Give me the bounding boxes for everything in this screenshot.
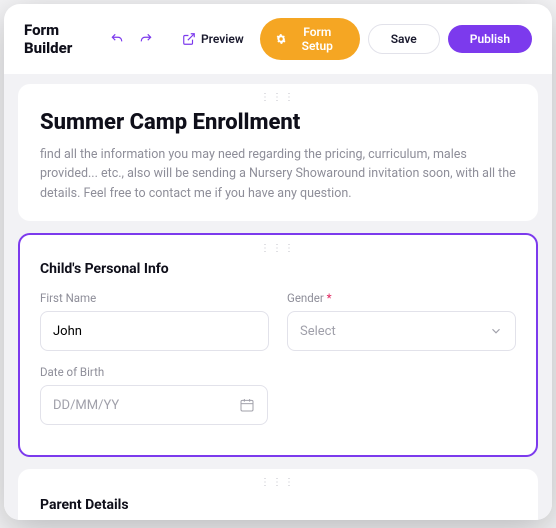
external-link-icon <box>182 32 196 46</box>
section-title: Child's Personal Info <box>40 261 516 277</box>
section-parent-details[interactable]: ⋮⋮⋮ Parent Details First Name Last Name <box>18 469 538 520</box>
form-header-card[interactable]: ⋮⋮⋮ Summer Camp Enrollment find all the … <box>18 84 538 221</box>
dob-label: Date of Birth <box>40 365 268 379</box>
toolbar: Form Builder Preview Form Setup Save Pub… <box>4 4 552 74</box>
publish-label: Publish <box>470 32 510 46</box>
section-child-info[interactable]: ⋮⋮⋮ Child's Personal Info First Name Gen… <box>18 233 538 457</box>
first-name-field: First Name <box>40 291 269 351</box>
form-setup-button[interactable]: Form Setup <box>260 18 360 60</box>
gender-field: Gender * Select <box>287 291 516 351</box>
form-description: find all the information you may need re… <box>40 145 516 203</box>
dob-field: Date of Birth DD/MM/YY <box>40 365 268 425</box>
undo-button[interactable] <box>107 27 128 51</box>
publish-button[interactable]: Publish <box>448 25 532 53</box>
app-window: Form Builder Preview Form Setup Save Pub… <box>4 4 552 520</box>
dob-input[interactable]: DD/MM/YY <box>40 385 268 425</box>
first-name-input[interactable] <box>40 311 269 351</box>
redo-icon <box>139 32 153 46</box>
form-title: Summer Camp Enrollment <box>40 110 516 135</box>
gender-placeholder: Select <box>300 324 336 339</box>
undo-icon <box>110 32 124 46</box>
drag-handle-icon[interactable]: ⋮⋮⋮ <box>260 477 296 488</box>
chevron-down-icon <box>489 324 503 338</box>
gear-icon <box>276 33 286 45</box>
field-row: First Name Gender * Select <box>40 291 516 351</box>
calendar-icon <box>239 397 255 413</box>
save-button[interactable]: Save <box>368 24 440 54</box>
gender-label: Gender * <box>287 291 516 305</box>
required-marker: * <box>327 291 332 305</box>
dob-placeholder: DD/MM/YY <box>53 398 119 413</box>
save-label: Save <box>391 32 417 46</box>
first-name-label: First Name <box>40 291 269 305</box>
preview-button[interactable]: Preview <box>174 28 252 50</box>
redo-button[interactable] <box>135 27 156 51</box>
gender-select[interactable]: Select <box>287 311 516 351</box>
drag-handle-icon[interactable]: ⋮⋮⋮ <box>260 92 296 103</box>
form-setup-label: Form Setup <box>291 25 344 53</box>
field-row: Date of Birth DD/MM/YY <box>40 365 516 425</box>
drag-handle-icon[interactable]: ⋮⋮⋮ <box>260 243 296 254</box>
section-title: Parent Details <box>40 497 516 513</box>
form-canvas: ⋮⋮⋮ Summer Camp Enrollment find all the … <box>4 74 552 520</box>
brand-title: Form Builder <box>24 21 99 57</box>
first-name-text[interactable] <box>53 324 256 339</box>
preview-label: Preview <box>201 32 244 46</box>
